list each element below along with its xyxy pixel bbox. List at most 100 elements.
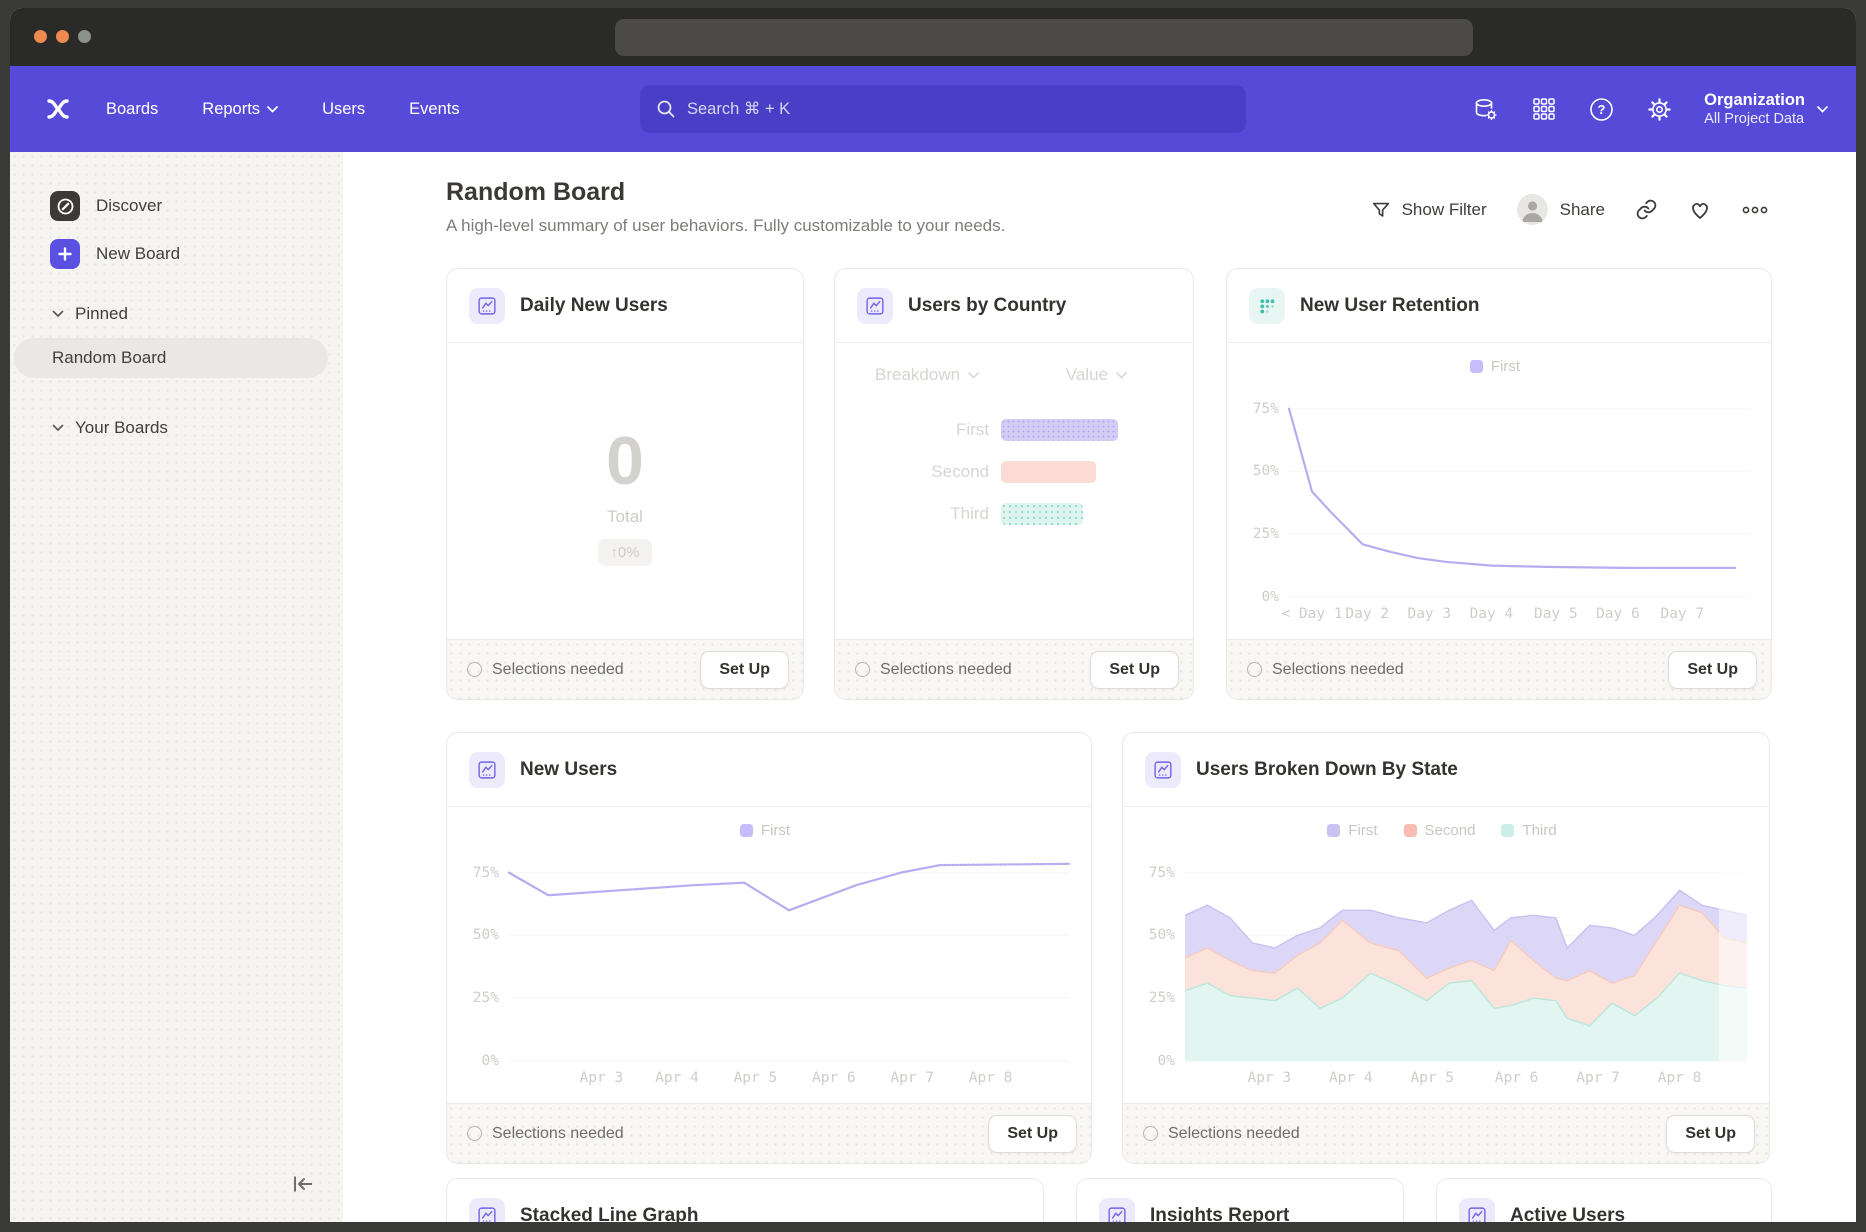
browser-window: Boards Reports Users Events [10,8,1856,1222]
window-close-button[interactable] [34,30,47,43]
nav-item-reports[interactable]: Reports [202,100,278,119]
org-project: All Project Data [1704,110,1805,128]
window-zoom-button[interactable] [78,30,91,43]
legend-item: First [740,822,790,839]
sidebar-section-label: Pinned [75,304,128,324]
settings-gear-icon[interactable] [1646,96,1673,123]
sidebar-item-discover[interactable]: Discover [10,188,327,224]
y-axis-tick: 25% [1149,990,1175,1006]
sidebar-item-new-board[interactable]: New Board [10,236,327,272]
x-axis-tick: < Day 1 [1281,606,1342,622]
copy-link-button[interactable] [1635,198,1658,221]
card-users-by-state: Users Broken Down By State First Second Th… [1122,732,1770,1164]
chevron-down-icon [52,424,64,432]
setup-button[interactable]: Set Up [1668,651,1757,689]
selections-needed-status: Selections needed [467,661,624,679]
mixpanel-logo-icon[interactable] [42,93,74,125]
status-circle-icon [1143,1126,1158,1141]
y-axis-tick: 75% [1149,865,1175,881]
legend-swatch [740,824,753,837]
legend-item: Second [1404,822,1476,839]
x-axis-tick: Apr 6 [812,1070,856,1086]
sidebar-section-your-boards[interactable]: Your Boards [52,418,168,438]
more-options-button[interactable] [1742,205,1768,215]
nav-item-boards[interactable]: Boards [106,100,158,119]
x-axis-tick: Apr 5 [1410,1070,1454,1086]
compass-icon [50,191,80,221]
bar-label: Third [835,504,1001,524]
status-circle-icon [467,662,482,677]
x-axis-tick: Apr 5 [734,1070,778,1086]
legend-label: First [1491,358,1520,375]
sidebar-item-random-board[interactable]: Random Board [14,338,328,378]
legend-swatch [1501,824,1514,837]
chart-svg [1185,845,1747,1061]
x-axis-tick: Apr 8 [969,1070,1013,1086]
search-icon [656,99,676,119]
nav-item-users[interactable]: Users [322,100,365,119]
card-new-user-retention: New User Retention First75%50%25%0%< Day… [1226,268,1772,700]
nav-item-label: Users [322,100,365,119]
chevron-down-icon [267,106,278,113]
favorite-button[interactable] [1688,198,1712,222]
y-axis-tick: 0% [1158,1053,1175,1069]
users-by-state-chart: FirstSecondThird75%50%25%0%Apr 3Apr 4Apr… [1137,815,1747,1061]
setup-button[interactable]: Set Up [1090,651,1179,689]
chart-controls: Breakdown Value [875,365,1127,385]
chevron-down-icon [968,372,979,379]
x-axis-tick: Apr 3 [580,1070,624,1086]
bar-label: First [835,420,1001,440]
card-footer: Selections needed Set Up [447,639,803,699]
card-title: Daily New Users [520,295,668,317]
bar-chart: First Second Third [835,419,1193,545]
sidebar-section-pinned[interactable]: Pinned [52,304,128,324]
chevron-down-icon [1116,372,1127,379]
setup-button[interactable]: Set Up [988,1115,1077,1153]
search-bar[interactable] [640,85,1246,133]
retention-grid-icon [1249,288,1285,324]
page-subtitle: A high-level summary of user behaviors. … [446,216,1005,236]
legend-item: First [1327,822,1377,839]
y-axis-tick: 50% [1253,463,1279,479]
nav-item-events[interactable]: Events [409,100,459,119]
bar [1001,503,1083,525]
value-dropdown[interactable]: Value [1066,365,1127,385]
ellipsis-icon [1742,205,1768,215]
data-management-icon[interactable] [1472,96,1499,123]
sidebar-collapse-button[interactable] [287,1168,319,1200]
address-bar[interactable] [615,19,1473,56]
card-title: Insights Report [1150,1205,1289,1222]
apps-grid-icon[interactable] [1530,96,1557,123]
filter-funnel-icon [1370,199,1392,221]
heart-icon [1688,198,1712,222]
bar-label: Second [835,462,1001,482]
help-icon[interactable]: ? [1588,96,1615,123]
selections-needed-status: Selections needed [1247,661,1404,679]
x-axis-tick: Apr 4 [655,1070,699,1086]
breakdown-dropdown[interactable]: Breakdown [875,365,979,385]
retention-chart: First75%50%25%0%< Day 1Day 2Day 3Day 4Da… [1241,351,1749,597]
show-filter-button[interactable]: Show Filter [1370,199,1487,221]
dropdown-label: Value [1066,365,1108,385]
status-circle-icon [1247,662,1262,677]
card-footer: Selections needed Set Up [1227,639,1771,699]
card-title: Active Users [1510,1205,1625,1222]
status-label: Selections needed [492,661,624,679]
card-title: Stacked Line Graph [520,1205,698,1222]
share-button[interactable]: Share [1517,194,1605,225]
setup-button[interactable]: Set Up [1666,1115,1755,1153]
setup-button[interactable]: Set Up [700,651,789,689]
y-axis-tick: 75% [1253,401,1279,417]
legend-label: Third [1522,822,1556,839]
y-axis-tick: 25% [473,990,499,1006]
card-active-users: Active Users [1436,1178,1772,1222]
chart-legend: First [461,815,1069,845]
bar [1001,419,1118,441]
card-title: Users Broken Down By State [1196,759,1458,781]
window-minimize-button[interactable] [56,30,69,43]
search-input[interactable] [687,100,1230,119]
chart-legend: First Second Third [1137,815,1747,845]
y-axis-tick: 25% [1253,526,1279,542]
org-switcher[interactable]: Organization All Project Data [1704,90,1828,129]
line-chart-icon [857,288,893,324]
